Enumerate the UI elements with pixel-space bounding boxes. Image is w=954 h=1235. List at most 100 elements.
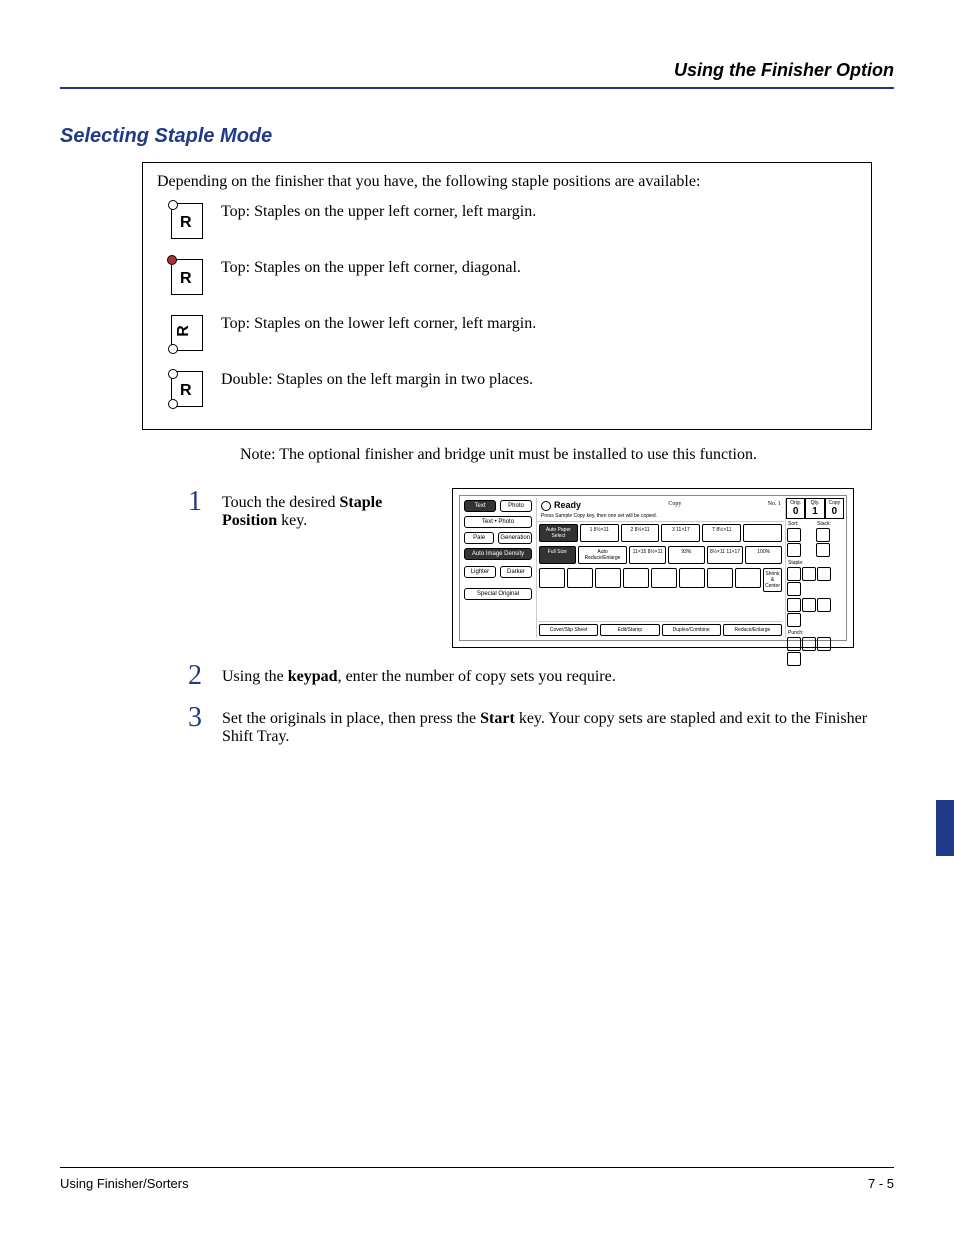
ready-icon [541,501,551,511]
staple-desc: Top: Staples on the lower left corner, l… [221,315,536,333]
text-button[interactable]: Text [464,500,496,512]
step-number: 1 [188,488,216,516]
step-number: 2 [188,662,216,690]
shrink-center-button[interactable]: Shrink & Center [763,568,782,592]
staple-options-box: Depending on the finisher that you have,… [142,162,872,430]
footer-left: Using Finisher/Sorters [60,1176,189,1191]
auto-paper-select[interactable]: Auto Paper Select [539,524,578,542]
orientation-icon[interactable] [679,568,705,588]
step-text-pre: Using the [222,668,288,685]
staple-option-top-left-margin: R Top: Staples on the upper left corner,… [171,203,857,239]
job-number: No. 1 [765,498,784,513]
panel-right-column: Orig.0 Qty.1 Copy0 Sort: Stack: [785,498,844,638]
staple-icon-top-left: R [171,203,203,239]
staple-desc: Double: Staples on the left margin in tw… [221,371,533,389]
step-text-post: key. [277,512,307,529]
tray-bypass[interactable]: T 8½×11 [702,524,741,542]
staple-position-key[interactable] [787,613,801,627]
stack-option[interactable] [816,528,830,542]
copier-panel-screenshot: Text Photo Text • Photo Pale Generation … [452,488,854,648]
text-photo-button[interactable]: Text • Photo [464,516,532,528]
stack-label: Stack: [815,519,844,527]
copy-label: Copy [665,498,684,513]
section-tab [936,800,954,856]
stack-option[interactable] [816,543,830,557]
photo-button[interactable]: Photo [500,500,532,512]
running-header: Using the Finisher Option [60,60,894,89]
sort-option[interactable] [787,543,801,557]
step-text-pre: Set the originals in place, then press t… [222,710,480,727]
punch-option[interactable] [787,652,801,666]
staple-icon-double: R [171,371,203,407]
staple-icon-lower-left: R [171,315,203,351]
ready-status: Ready [537,498,585,513]
orientation-icon[interactable] [651,568,677,588]
punch-option[interactable] [817,637,831,651]
tray-extra[interactable] [743,524,782,542]
step-number: 3 [188,704,216,732]
step-text-post: , enter the number of copy sets you requ… [338,668,616,685]
step-text-bold: Start [480,710,515,727]
scale-100[interactable]: 100% [745,546,782,564]
lighter-button[interactable]: Lighter [464,566,496,578]
staple-position-key[interactable] [817,567,831,581]
staple-icon-diagonal: R [171,259,203,295]
cover-slip-button[interactable]: Cover/Slip Sheet [539,624,598,636]
step-text-bold: keypad [288,668,338,685]
orientation-icon[interactable] [567,568,593,588]
pale-button[interactable]: Pale [464,532,494,544]
qty-counter: Qty.1 [805,498,824,519]
staple-position-key[interactable] [802,567,816,581]
page-footer: Using Finisher/Sorters 7 - 5 [60,1167,894,1191]
staple-label: Staple: [786,558,844,566]
auto-density-button[interactable]: Auto Image Density [464,548,532,560]
step-3: 3 Set the originals in place, then press… [188,704,894,746]
step-1: 1 Touch the desired Staple Position key.… [188,488,894,648]
note: Note: The optional finisher and bridge u… [240,446,894,464]
staple-option-top-left-diagonal: R Top: Staples on the upper left corner,… [171,259,857,295]
special-original-button[interactable]: Special Original [464,588,532,600]
staple-position-key[interactable] [802,598,816,612]
orientation-icon[interactable] [595,568,621,588]
sort-label: Sort: [786,519,815,527]
auto-reduce-enlarge[interactable]: Auto Reduce/Enlarge [578,546,628,564]
panel-left-column: Text Photo Text • Photo Pale Generation … [462,498,534,638]
punch-label: Punch: [786,628,844,636]
staple-option-lower-left: R Top: Staples on the lower left corner,… [171,315,857,351]
scale-93[interactable]: 93% [668,546,705,564]
orientation-icon[interactable] [623,568,649,588]
staple-option-double: R Double: Staples on the left margin in … [171,371,857,407]
staple-position-key[interactable] [817,598,831,612]
tray-3[interactable]: 3 11×17 [661,524,700,542]
tray-1[interactable]: 1 8½×11 [580,524,619,542]
step-text-pre: Touch the desired [222,494,340,511]
staple-position-key[interactable] [787,582,801,596]
staple-desc: Top: Staples on the upper left corner, l… [221,203,536,221]
orientation-icon[interactable] [735,568,761,588]
punch-option[interactable] [802,637,816,651]
ready-subtext: Press Sample Copy key, then one set will… [537,513,784,522]
box-intro: Depending on the finisher that you have,… [157,173,857,191]
reduce-enlarge-button[interactable]: Reduce/Enlarge [723,624,782,636]
staple-desc: Top: Staples on the upper left corner, d… [221,259,521,277]
copy-counter: Copy0 [825,498,844,519]
orientation-icon[interactable] [539,568,565,588]
duplex-combine-button[interactable]: Duplex/Combine [662,624,721,636]
full-size-button[interactable]: Full Size [539,546,576,564]
steps: 1 Touch the desired Staple Position key.… [188,488,894,746]
orientation-icon[interactable] [707,568,733,588]
scale-preset-2[interactable]: 8½×11 11×17 [707,546,744,564]
punch-option[interactable] [787,637,801,651]
generation-button[interactable]: Generation [498,532,532,544]
sort-option[interactable] [787,528,801,542]
darker-button[interactable]: Darker [500,566,532,578]
orig-counter: Orig.0 [786,498,805,519]
edit-stamp-button[interactable]: Edit/Stamp [600,624,659,636]
tray-2[interactable]: 2 8½×11 [621,524,660,542]
section-title: Selecting Staple Mode [60,125,894,148]
staple-position-key[interactable] [787,567,801,581]
panel-main: Ready Copy No. 1 Press Sample Copy key, … [536,498,784,638]
scale-preset-1[interactable]: 11×15 8½×11 [629,546,666,564]
footer-right: 7 - 5 [868,1176,894,1191]
staple-position-key[interactable] [787,598,801,612]
